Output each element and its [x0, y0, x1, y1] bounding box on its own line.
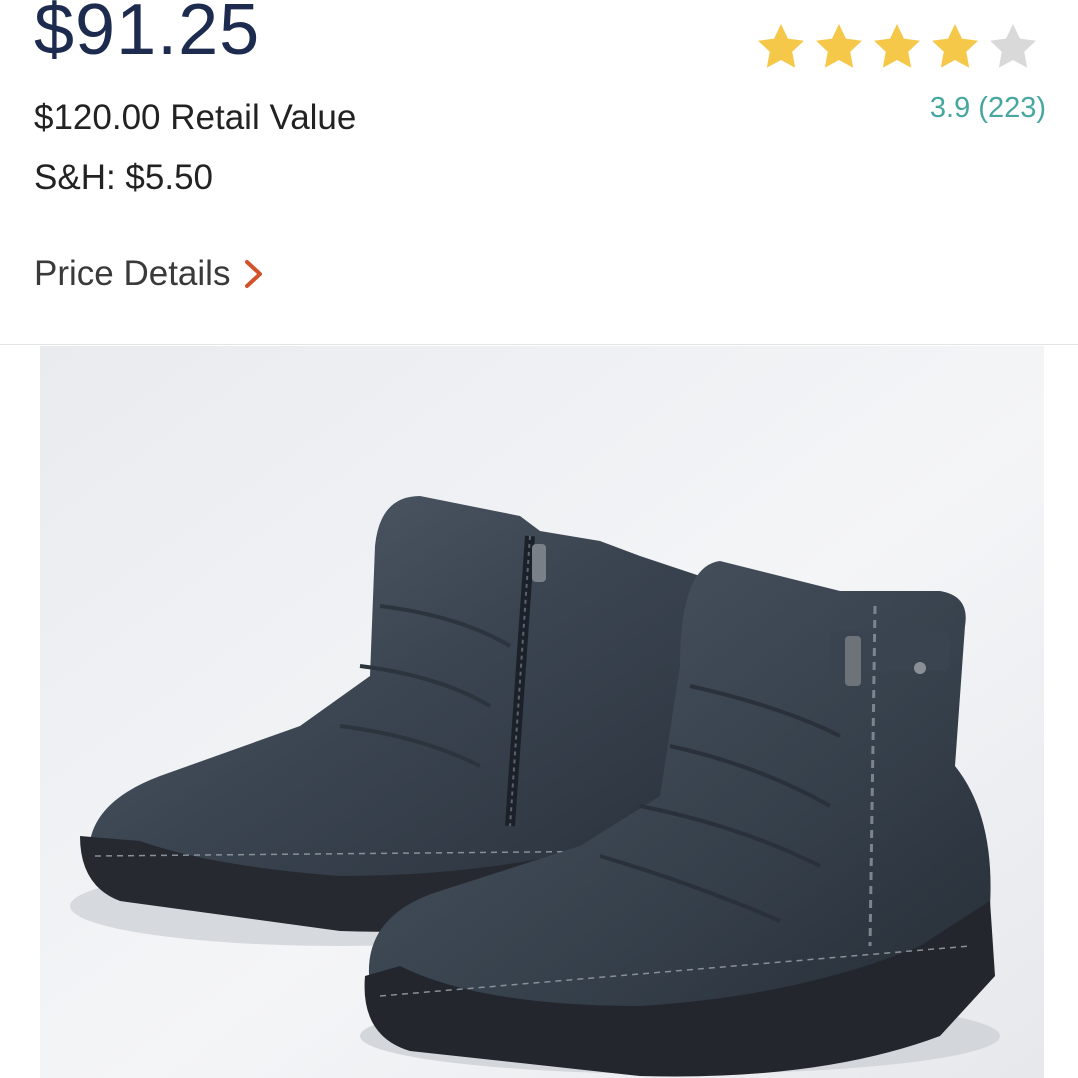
star-rating[interactable] [752, 20, 1042, 74]
divider [0, 344, 1078, 345]
chevron-right-icon [245, 259, 263, 288]
star-icon [816, 24, 862, 68]
star-icon [990, 24, 1036, 68]
star-icon [874, 24, 920, 68]
retail-value: $120.00 Retail Value [34, 98, 357, 137]
sale-price: $91.25 [34, 0, 261, 70]
price-details-label: Price Details [34, 254, 231, 293]
price-details-link[interactable]: Price Details [34, 256, 266, 291]
star-icon [932, 24, 978, 68]
shipping-cost: S&H: $5.50 [34, 158, 213, 197]
star-icon [758, 24, 804, 68]
product-image[interactable] [40, 346, 1044, 1078]
rating-summary-link[interactable]: 3.9 (223) [930, 94, 1046, 123]
